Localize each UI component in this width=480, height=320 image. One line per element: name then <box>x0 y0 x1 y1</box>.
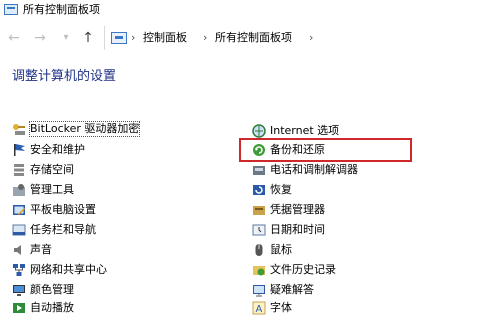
recovery-icon <box>252 183 266 197</box>
back-arrow-icon[interactable]: ← <box>6 30 22 46</box>
item-mouse[interactable]: 鼠标 <box>252 240 292 260</box>
forward-arrow-icon[interactable]: → <box>32 30 48 46</box>
up-arrow-icon[interactable]: ↑ <box>80 30 96 46</box>
highlight-box <box>239 138 412 162</box>
item-label: 电话和调制解调器 <box>270 163 358 176</box>
item-label: 字体 <box>270 301 292 314</box>
item-security-maintenance[interactable]: 安全和维护 <box>12 140 85 160</box>
item-troubleshooting[interactable]: 疑难解答 <box>252 280 314 300</box>
title-bar: 所有控制面板项 <box>0 0 480 20</box>
item-taskbar-navigation[interactable]: 任务栏和导航 <box>12 220 96 240</box>
storage-icon <box>12 163 26 177</box>
font-icon: A <box>252 301 266 315</box>
item-label: 文件历史记录 <box>270 263 336 276</box>
item-credential-manager[interactable]: 凭据管理器 <box>252 200 325 220</box>
item-bitlocker[interactable]: BitLocker 驱动器加密 <box>12 119 141 139</box>
chevron-right-icon[interactable]: › <box>309 31 313 45</box>
recent-dropdown-icon[interactable]: ▾ <box>58 30 74 46</box>
key-drive-icon <box>12 122 26 136</box>
control-panel-icon <box>111 32 127 44</box>
page-title: 调整计算机的设置 <box>12 69 117 84</box>
tools-icon <box>12 183 26 197</box>
item-label: 日期和时间 <box>270 223 325 236</box>
item-file-history[interactable]: 文件历史记录 <box>252 260 336 280</box>
item-admin-tools[interactable]: 管理工具 <box>12 180 74 200</box>
item-label: 管理工具 <box>30 183 74 196</box>
item-label: BitLocker 驱动器加密 <box>28 121 141 137</box>
file-history-icon <box>252 263 266 277</box>
chevron-right-icon[interactable]: › <box>203 31 207 45</box>
speaker-icon <box>12 243 26 257</box>
item-phone-modem[interactable]: 电话和调制解调器 <box>252 160 358 180</box>
window-title: 所有控制面板项 <box>23 3 100 16</box>
color-monitor-icon <box>12 283 26 297</box>
flag-icon <box>12 143 26 157</box>
item-label: 声音 <box>30 243 52 256</box>
item-label: 网络和共享中心 <box>30 263 107 276</box>
breadcrumb-control-panel[interactable]: 控制面板 <box>143 31 187 45</box>
tablet-icon <box>12 203 26 217</box>
autoplay-icon <box>12 301 26 315</box>
item-sound[interactable]: 声音 <box>12 240 52 260</box>
breadcrumb[interactable]: › 控制面板 › 所有控制面板项 › <box>104 26 480 50</box>
item-color-management[interactable]: 颜色管理 <box>12 280 74 300</box>
control-panel-icon <box>4 4 18 15</box>
item-network-sharing[interactable]: 网络和共享中心 <box>12 260 107 280</box>
internet-options-icon <box>252 124 266 138</box>
item-label: 自动播放 <box>30 301 74 314</box>
item-fonts[interactable]: A 字体 <box>252 298 292 318</box>
taskbar-icon <box>12 223 26 237</box>
item-label: 颜色管理 <box>30 283 74 296</box>
item-date-time[interactable]: 日期和时间 <box>252 220 325 240</box>
item-label: 鼠标 <box>270 243 292 256</box>
clock-icon <box>252 223 266 237</box>
item-label: 安全和维护 <box>30 143 85 156</box>
item-label: 疑难解答 <box>270 283 314 296</box>
item-storage-spaces[interactable]: 存储空间 <box>12 160 74 180</box>
item-label: 任务栏和导航 <box>30 223 96 236</box>
item-label: 凭据管理器 <box>270 203 325 216</box>
svg-text:A: A <box>256 304 263 315</box>
breadcrumb-all-items[interactable]: 所有控制面板项 <box>215 31 292 45</box>
troubleshoot-icon <box>252 283 266 297</box>
item-label: 恢复 <box>270 183 292 196</box>
network-icon <box>12 263 26 277</box>
item-label: 平板电脑设置 <box>30 203 96 216</box>
item-recovery[interactable]: 恢复 <box>252 180 292 200</box>
chevron-right-icon[interactable]: › <box>131 31 135 45</box>
item-autoplay[interactable]: 自动播放 <box>12 298 74 318</box>
item-tablet-settings[interactable]: 平板电脑设置 <box>12 200 96 220</box>
mouse-icon <box>252 243 266 257</box>
credential-icon <box>252 203 266 217</box>
phone-modem-icon <box>252 163 266 177</box>
item-label: Internet 选项 <box>270 124 340 137</box>
address-bar: ← → ▾ ↑ › 控制面板 › 所有控制面板项 › <box>0 22 480 54</box>
item-label: 存储空间 <box>30 163 74 176</box>
